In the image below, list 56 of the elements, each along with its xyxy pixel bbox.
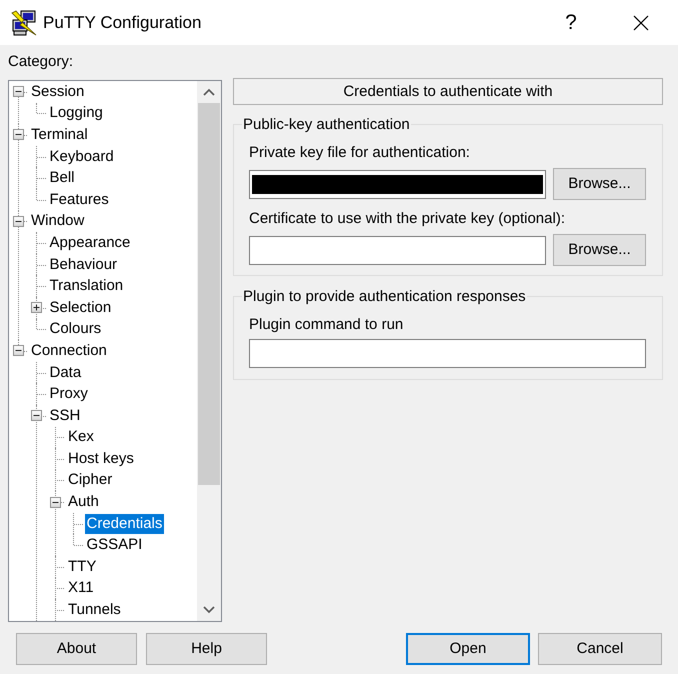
tree-item[interactable]: TTY xyxy=(66,556,98,577)
text-field[interactable] xyxy=(249,236,546,264)
tree-item[interactable]: Credentials xyxy=(84,514,164,534)
tree-item[interactable]: Connection xyxy=(29,340,109,361)
tree-item[interactable]: Kex xyxy=(66,427,96,448)
tree-item[interactable]: Behaviour xyxy=(48,254,120,275)
tree-item[interactable]: Translation xyxy=(48,276,126,296)
tree-item[interactable]: Appearance xyxy=(48,232,132,253)
tree-item[interactable]: Colours xyxy=(48,319,104,340)
browse-button[interactable]: Browse... xyxy=(553,168,646,200)
collapse-icon[interactable] xyxy=(12,216,24,227)
chevron-up-icon[interactable] xyxy=(203,88,215,96)
tree-item[interactable]: Keyboard xyxy=(48,146,116,167)
tree-item[interactable]: Cipher xyxy=(66,470,114,490)
tree-item[interactable]: GSSAPI xyxy=(84,535,144,556)
field-label: Plugin command to run xyxy=(249,316,404,334)
collapse-icon[interactable] xyxy=(12,345,24,356)
tree-item[interactable]: Host keys xyxy=(66,448,136,469)
computer-lightning-icon xyxy=(11,10,37,36)
field-label: Private key file for authentication: xyxy=(249,144,470,162)
tree-item[interactable]: Proxy xyxy=(48,384,90,404)
close-icon[interactable] xyxy=(633,14,649,30)
collapse-icon[interactable] xyxy=(31,410,42,422)
tree-item[interactable]: Selection xyxy=(48,298,114,318)
browse-button[interactable]: Browse... xyxy=(553,234,646,266)
scrollbar-track[interactable] xyxy=(197,81,221,621)
expand-icon[interactable] xyxy=(31,302,42,314)
field-label: Certificate to use with the private key (optional): xyxy=(249,210,565,228)
tree-item[interactable]: Features xyxy=(48,190,111,210)
tree-item[interactable]: Auth xyxy=(66,492,101,512)
dialog-button[interactable]: Open xyxy=(406,633,530,665)
group-legend: Plugin to provide authentication responses xyxy=(242,288,527,305)
tree-item[interactable]: Window xyxy=(29,211,86,232)
tree-item[interactable]: Session xyxy=(29,82,86,102)
dialog-button[interactable]: Cancel xyxy=(538,633,662,665)
tree-item[interactable]: Bell xyxy=(48,168,77,188)
dialog-button[interactable]: Help xyxy=(146,633,267,665)
tree-item[interactable]: Logging xyxy=(48,103,105,124)
text-field[interactable] xyxy=(249,338,646,368)
tree-item[interactable]: Tunnels xyxy=(66,600,123,620)
collapse-icon[interactable] xyxy=(12,86,24,98)
tree-item[interactable]: Terminal xyxy=(29,124,90,145)
tree-item[interactable]: X11 xyxy=(66,578,96,598)
dialog-button[interactable]: About xyxy=(16,633,137,665)
group-legend: Public-key authentication xyxy=(242,116,411,133)
category-label: Category: xyxy=(8,53,74,71)
text-field[interactable] xyxy=(249,170,546,198)
help-button[interactable]: ? xyxy=(565,10,577,34)
tree-item[interactable]: Data xyxy=(48,362,84,383)
collapse-icon[interactable] xyxy=(12,129,24,140)
chevron-down-icon[interactable] xyxy=(203,606,215,614)
window-title: PuTTY Configuration xyxy=(43,12,202,34)
collapse-icon[interactable] xyxy=(50,496,60,508)
scrollbar-thumb[interactable] xyxy=(198,103,220,485)
tree-item[interactable]: SSH xyxy=(48,406,82,426)
panel-title: Credentials to authenticate with xyxy=(233,78,663,105)
